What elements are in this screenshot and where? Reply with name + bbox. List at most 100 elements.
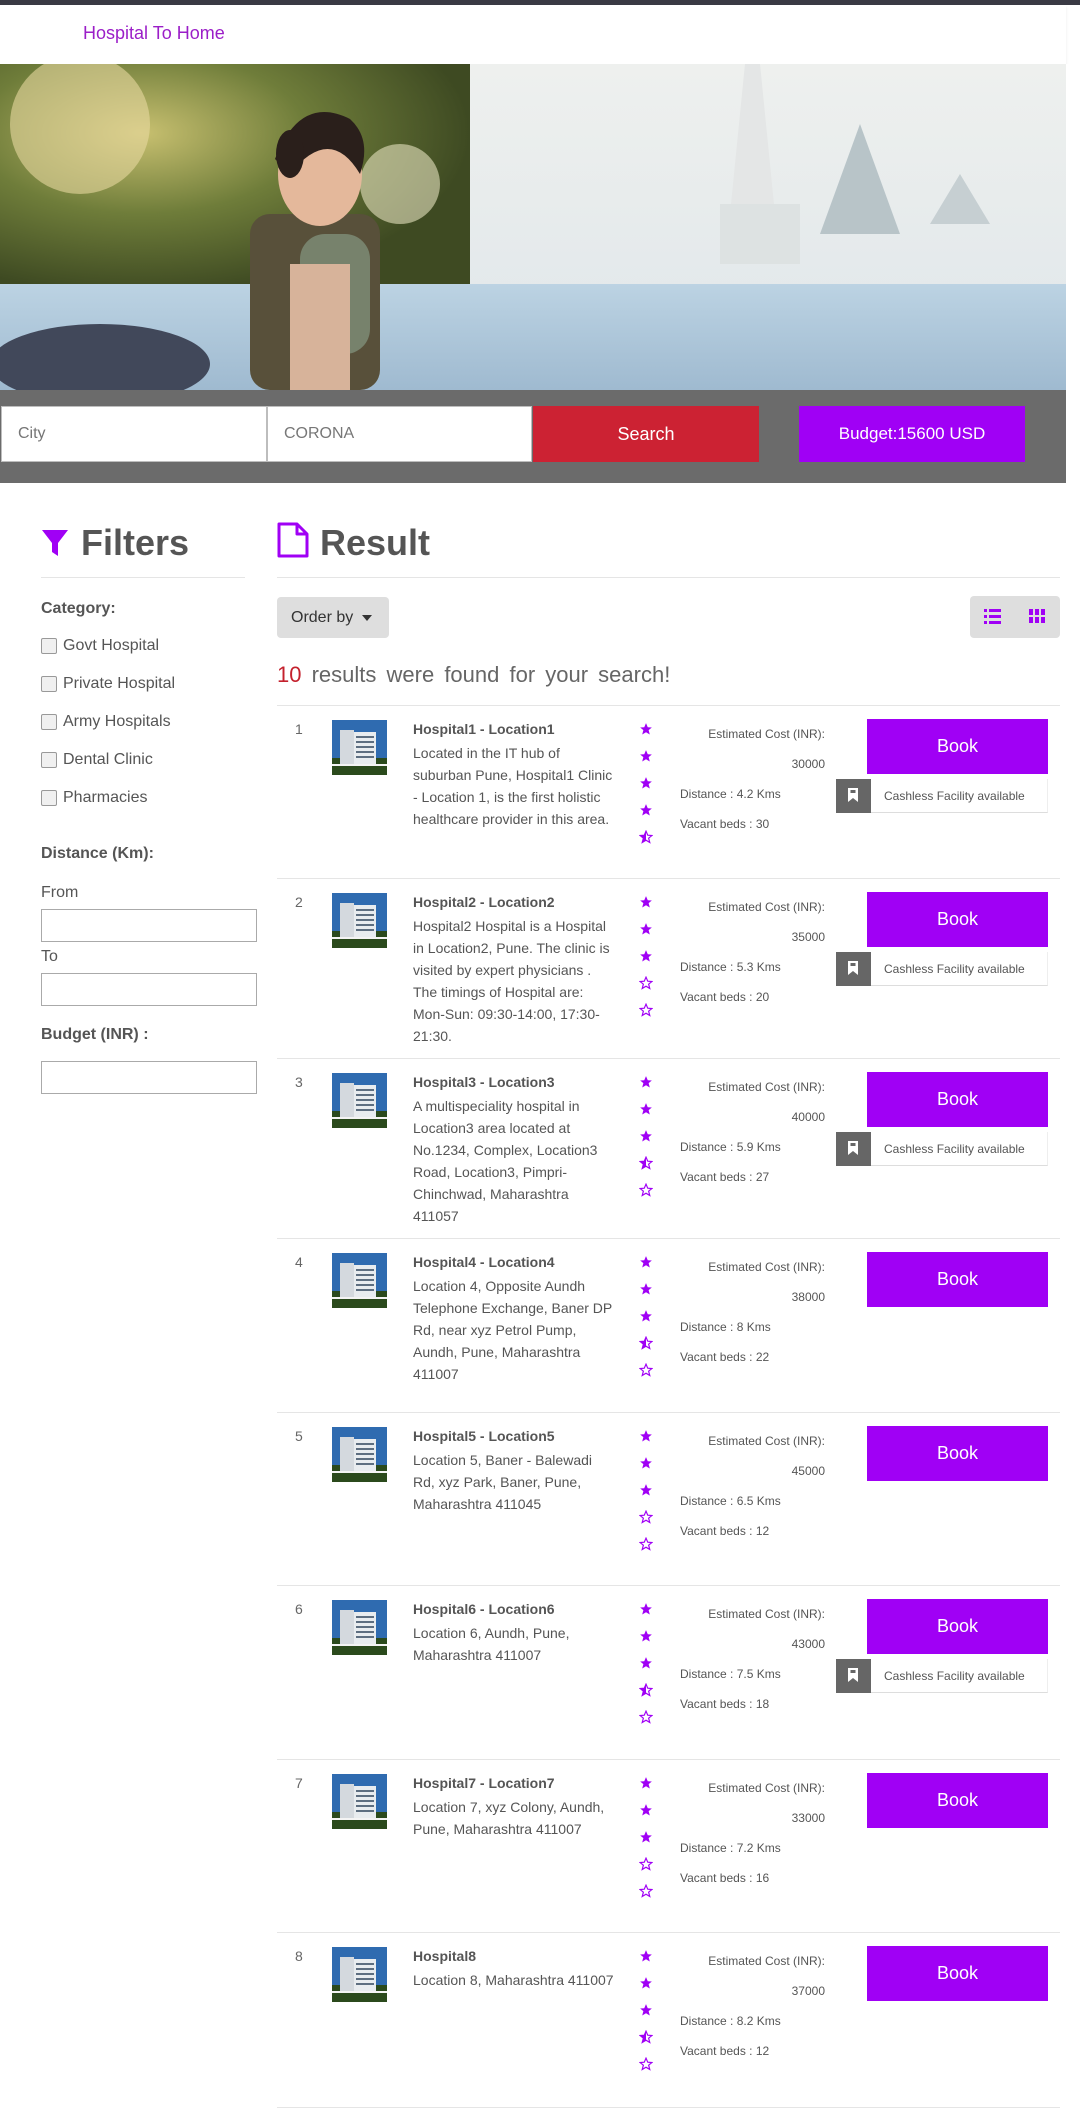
results-summary: 10 results were found for your search! [277, 662, 670, 688]
distance-text: Distance : 8 Kms [680, 1320, 771, 1334]
star-full-icon [640, 1950, 652, 1962]
distance-text: Distance : 8.2 Kms [680, 2014, 781, 2028]
star-empty-icon [639, 1857, 653, 1871]
budget-button[interactable]: Budget:15600 USD [799, 406, 1025, 462]
cost-value: 45000 [791, 1464, 825, 1478]
budget-label: Budget (INR) : [41, 1026, 149, 1043]
checkbox[interactable] [41, 752, 57, 768]
brand-link[interactable]: Hospital To Home [83, 23, 225, 44]
hospital-name[interactable]: Hospital5 - Location5 [413, 1428, 555, 1444]
book-button[interactable]: Book [867, 719, 1048, 774]
star-half-icon [639, 1683, 653, 1697]
book-button[interactable]: Book [867, 1072, 1048, 1127]
book-button[interactable]: Book [867, 1252, 1048, 1307]
to-label: To [41, 948, 58, 965]
bookmark-icon [848, 961, 858, 975]
hospital-description: Location 8, Maharashtra 411007 [413, 1972, 614, 1988]
hospital-description: Location 7, xyz Colony, Aundh, Pune, Mah… [413, 1799, 605, 1837]
hospital-thumbnail[interactable] [332, 893, 387, 948]
star-full-icon [640, 777, 652, 789]
star-full-icon [640, 1977, 652, 1989]
rating-stars [639, 1776, 655, 1911]
category-private[interactable]: Private Hospital [41, 675, 175, 693]
order-by-dropdown[interactable]: Order by [277, 597, 389, 638]
checkbox[interactable] [41, 790, 57, 806]
hospital-thumbnail[interactable] [332, 1600, 387, 1655]
category-army[interactable]: Army Hospitals [41, 713, 171, 731]
results-count: 10 [277, 662, 302, 687]
hero-illustration [0, 64, 1066, 390]
hospital-thumbnail[interactable] [332, 1947, 387, 2002]
result-title: Result [320, 522, 431, 563]
hospital-name[interactable]: Hospital7 - Location7 [413, 1775, 555, 1791]
star-full-icon [640, 1630, 652, 1642]
hospital-thumbnail[interactable] [332, 1073, 387, 1128]
result-row: 5 Hospital5 - Location5 Location 5, Baner … [277, 1412, 1060, 1585]
hospital-description: Location 5, Baner - Balewadi Rd, xyz Par… [413, 1452, 592, 1512]
distance-text: Distance : 4.2 Kms [680, 787, 781, 801]
checkbox[interactable] [41, 638, 57, 654]
search-query-input[interactable] [267, 406, 532, 462]
hospital-thumbnail-image [332, 1073, 387, 1128]
hospital-thumbnail[interactable] [332, 1253, 387, 1308]
search-bar: Search Budget:15600 USD [0, 390, 1066, 483]
category-label: Category: [41, 600, 116, 617]
hospital-name[interactable]: Hospital3 - Location3 [413, 1074, 555, 1090]
book-button[interactable]: Book [867, 1599, 1048, 1654]
result-row: 6 Hospital6 - Location6 Location 6, Aundh,… [277, 1585, 1060, 1759]
distance-from-input[interactable] [41, 909, 257, 942]
star-full-icon [640, 1310, 652, 1322]
checkbox[interactable] [41, 714, 57, 730]
category-govt[interactable]: Govt Hospital [41, 637, 159, 655]
hospital-thumbnail-image [332, 720, 387, 775]
bookmark-icon [848, 788, 858, 802]
category-pharmacies[interactable]: Pharmacies [41, 789, 147, 807]
cost-label: Estimated Cost (INR): [708, 1954, 825, 1968]
book-button[interactable]: Book [867, 1426, 1048, 1481]
hospital-thumbnail-image [332, 1774, 387, 1829]
page-gutter [1066, 64, 1080, 484]
hospital-name[interactable]: Hospital4 - Location4 [413, 1254, 555, 1270]
bookmark-icon [848, 1668, 858, 1682]
star-full-icon [640, 1603, 652, 1615]
book-button[interactable]: Book [867, 892, 1048, 947]
star-half-icon [639, 1156, 653, 1170]
rating-stars [639, 1602, 655, 1737]
hospital-thumbnail[interactable] [332, 1427, 387, 1482]
result-row: 1 Hospital1 - Location1 Located in the IT … [277, 705, 1060, 878]
hospital-name[interactable]: Hospital8 [413, 1948, 476, 1964]
hospital-thumbnail-image [332, 1947, 387, 2002]
star-full-icon [640, 1103, 652, 1115]
hospital-thumbnail[interactable] [332, 720, 387, 775]
category-label-text: Private Hospital [63, 675, 176, 692]
star-empty-icon [639, 1183, 653, 1197]
cashless-text: Cashless Facility available [884, 789, 1025, 803]
category-dental[interactable]: Dental Clinic [41, 751, 153, 769]
search-button[interactable]: Search [533, 406, 759, 462]
budget-input[interactable] [41, 1061, 257, 1094]
book-button[interactable]: Book [867, 1773, 1048, 1828]
distance-to-input[interactable] [41, 973, 257, 1006]
cashless-badge: Cashless Facility available [836, 1659, 1048, 1693]
order-by-label: Order by [291, 608, 354, 626]
cost-value: 40000 [791, 1110, 825, 1124]
grid-view-icon[interactable] [1029, 609, 1046, 624]
hospital-name[interactable]: Hospital6 - Location6 [413, 1601, 555, 1617]
list-view-icon[interactable] [984, 609, 1001, 624]
cost-value: 30000 [791, 757, 825, 771]
hospital-thumbnail[interactable] [332, 1774, 387, 1829]
book-button[interactable]: Book [867, 1946, 1048, 2001]
cashless-text: Cashless Facility available [884, 1669, 1025, 1683]
hospital-description: Located in the IT hub of suburban Pune, … [413, 745, 613, 827]
funnel-icon [42, 530, 68, 556]
hospital-name[interactable]: Hospital1 - Location1 [413, 721, 555, 737]
city-input[interactable] [1, 406, 267, 462]
hospital-name[interactable]: Hospital2 - Location2 [413, 894, 555, 910]
vacant-beds-text: Vacant beds : 12 [680, 2044, 770, 2058]
star-full-icon [640, 1831, 652, 1843]
filters-header: Filters [41, 520, 245, 578]
result-index: 6 [295, 1601, 303, 1617]
result-header: Result [277, 520, 1060, 578]
checkbox[interactable] [41, 676, 57, 692]
distance-text: Distance : 5.3 Kms [680, 960, 781, 974]
